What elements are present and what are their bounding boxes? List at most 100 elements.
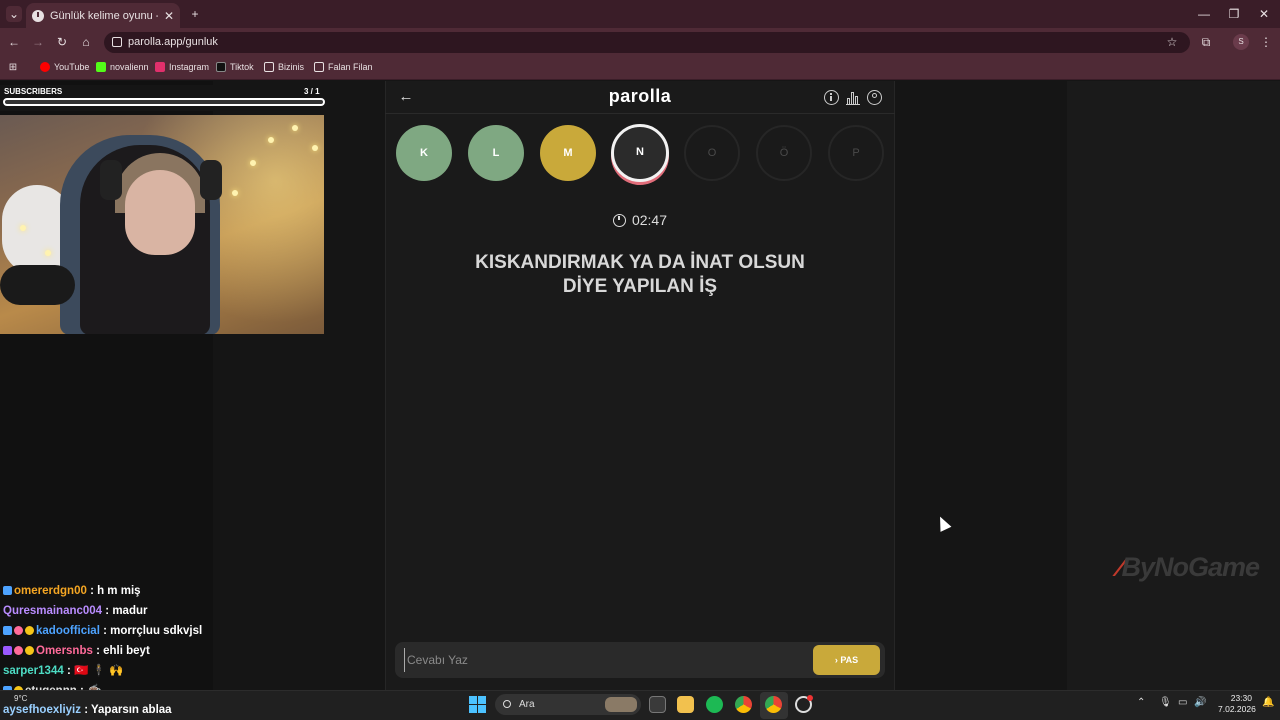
reload-icon[interactable]: ↻	[54, 34, 70, 50]
headphones	[100, 160, 122, 200]
bookmark-label: YouTube	[54, 62, 90, 72]
search-icon	[503, 700, 511, 708]
forward-arrow-icon[interactable]: →	[30, 34, 46, 50]
site-info-icon[interactable]	[112, 37, 122, 47]
bookmark-star-icon[interactable]: ☆	[1164, 34, 1180, 50]
game-logo: parolla	[608, 86, 672, 106]
system-clock[interactable]: 23:30 7.02.2026	[1218, 693, 1256, 715]
subscriber-goal-label: SUBSCRIBERS	[4, 87, 63, 96]
pass-button[interactable]: › PAS	[813, 645, 880, 675]
chat-message: Omersnbs : ehli beyt	[3, 643, 150, 659]
fairy-light	[45, 250, 51, 256]
browser-tab[interactable]: Günlük kelime oyunu - parolla ✕	[26, 3, 180, 28]
taskbar-search[interactable]: Ara	[495, 694, 641, 715]
youtube-icon	[40, 62, 50, 72]
volume-icon[interactable]: 🔊	[1194, 697, 1206, 708]
bookmark-novalienn[interactable]: novalienn	[96, 60, 149, 74]
answer-input[interactable]	[404, 648, 804, 672]
badge-icon	[25, 646, 34, 655]
microphone-icon[interactable]: 🎙	[1159, 697, 1172, 708]
timer-value: 02:47	[631, 212, 668, 228]
file-explorer-icon[interactable]	[677, 696, 694, 713]
tray-chevron-icon[interactable]: ⌃	[1137, 697, 1145, 708]
chat-username: Quresmainanc004	[3, 605, 103, 617]
tab-close-icon[interactable]: ✕	[164, 9, 174, 23]
bookmark-label: novalienn	[110, 62, 149, 72]
subscriber-goal-bar	[3, 98, 325, 106]
fairy-light	[292, 125, 298, 131]
close-window-button[interactable]: ✕	[1256, 6, 1272, 22]
home-icon[interactable]: ⌂	[78, 34, 94, 50]
bookmark-youtube[interactable]: YouTube	[40, 60, 89, 74]
weather-widget[interactable]: 9°C	[14, 694, 27, 703]
chrome-profile-icon[interactable]	[765, 696, 782, 713]
question-line: DİYE YAPILAN İŞ	[562, 276, 718, 297]
badge-icon	[3, 626, 12, 635]
spotify-icon[interactable]	[706, 696, 723, 713]
menu-kebab-icon[interactable]: ⋮	[1260, 34, 1272, 50]
countdown-timer: 02:47	[590, 212, 690, 228]
notification-dot	[807, 695, 813, 701]
search-highlight-image	[605, 697, 637, 712]
badge-icon	[25, 626, 34, 635]
back-arrow-icon[interactable]: ←	[6, 34, 22, 50]
maximize-button[interactable]: ❐	[1226, 6, 1242, 22]
bookmark-label: Falan Filan	[328, 62, 373, 72]
clock-icon	[612, 213, 626, 227]
tab-search-button[interactable]: ⌄	[6, 6, 22, 22]
chat-username: sarper1344	[3, 665, 64, 677]
chat-text: : Yaparsın ablaa	[84, 704, 172, 716]
kick-icon	[96, 62, 106, 72]
back-arrow-icon[interactable]: ←	[397, 88, 415, 106]
bookmark-folder-falan-filan[interactable]: Falan Filan	[314, 60, 373, 74]
bookmark-folder-bizinis[interactable]: Bizinis	[264, 60, 304, 74]
instagram-icon	[155, 62, 165, 72]
tab-title: Günlük kelime oyunu - parolla	[50, 9, 158, 22]
task-view-icon[interactable]	[649, 696, 666, 713]
new-tab-button[interactable]: +	[187, 6, 203, 22]
badge-icon	[14, 626, 23, 635]
profile-icon[interactable]	[867, 90, 882, 105]
chat-text: : h m miş	[90, 585, 141, 597]
chat-text: : 🇹🇷 🕴 🙌	[66, 665, 124, 677]
clock-time: 23:30	[1230, 693, 1252, 703]
page-side-area	[895, 81, 1067, 690]
bookmark-label: Bizinis	[278, 62, 305, 72]
headphones-right	[200, 160, 222, 200]
bookmark-tiktok[interactable]: Tiktok	[216, 60, 254, 74]
minimize-button[interactable]: —	[1196, 6, 1212, 22]
microphone	[0, 265, 75, 305]
badge-icon	[3, 586, 12, 595]
letter-circle-pending: P	[828, 125, 884, 181]
letter-circle-active: N	[611, 124, 669, 182]
badge-icon	[3, 646, 12, 655]
fairy-light	[232, 190, 238, 196]
url-text: parolla.app/gunluk	[128, 36, 218, 48]
stats-chart-icon[interactable]	[846, 90, 860, 105]
address-bar[interactable]: parolla.app/gunluk	[104, 32, 1190, 53]
sponsor-logo: ⁄ByNoGame	[1118, 552, 1261, 583]
chat-username: kadoofficial	[36, 625, 100, 637]
streamer-face	[125, 170, 195, 255]
question-text: KISKANDIRMAK YA DA İNAT OLSUN DİYE YAPIL…	[440, 251, 840, 299]
extensions-icon[interactable]: ⧉	[1198, 34, 1214, 50]
bookmark-label: Tiktok	[230, 62, 254, 72]
chrome-icon[interactable]	[735, 696, 752, 713]
sponsor-name: ByNoGame	[1121, 552, 1261, 582]
bookmark-label: Instagram	[169, 62, 210, 72]
network-icon[interactable]: ▭	[1178, 697, 1187, 708]
folder-icon	[264, 62, 274, 72]
letter-circle-correct: K	[396, 125, 452, 181]
chat-text: : ehli beyt	[96, 645, 150, 657]
letter-circle-passed: M	[540, 125, 596, 181]
tab-favicon-icon	[32, 9, 44, 22]
chat-text: : madur	[105, 605, 148, 617]
bookmark-instagram[interactable]: Instagram	[155, 60, 209, 74]
info-icon[interactable]	[824, 90, 839, 105]
notifications-icon[interactable]: 🔔	[1262, 697, 1274, 708]
letter-circle-pending: O	[684, 125, 740, 181]
badge-icon	[14, 646, 23, 655]
start-button[interactable]	[469, 696, 486, 713]
profile-avatar[interactable]: S	[1233, 34, 1249, 50]
apps-grid-icon[interactable]: ⊞	[6, 60, 20, 76]
